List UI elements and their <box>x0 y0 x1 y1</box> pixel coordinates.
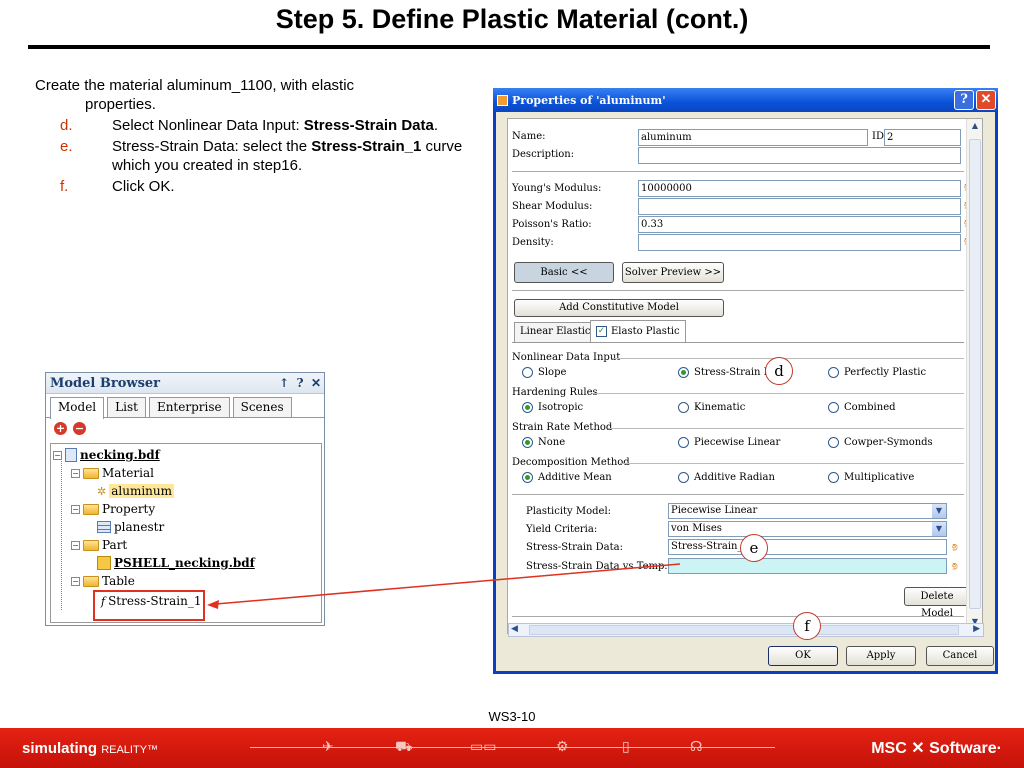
company-logo: MSC ✕ Software· <box>871 738 1002 758</box>
slide-label: WS3-10 <box>488 709 536 724</box>
brand-light: REALITY™ <box>101 744 159 756</box>
plane-icon: ✈ <box>322 738 334 754</box>
gear-icon: ⚙ <box>556 738 569 754</box>
person-icon: ☊ <box>690 738 703 754</box>
footer-bar: simulating REALITY™ ✈ ⛟ ▭▭ ⚙ ▯ ☊ MSC ✕ S… <box>0 728 1024 768</box>
logo-swoosh-icon: ✕ <box>911 740 925 757</box>
brand-bold: simulating <box>22 740 98 757</box>
logo-text: MSC <box>871 740 907 757</box>
car-icon: ⛟ <box>395 738 413 754</box>
phone-icon: ▯ <box>622 738 630 754</box>
logo-text-2: Software· <box>929 740 1002 757</box>
train-icon: ▭▭ <box>470 738 497 754</box>
pointer-arrow <box>207 563 681 609</box>
brand-tagline: simulating REALITY™ <box>22 740 158 757</box>
